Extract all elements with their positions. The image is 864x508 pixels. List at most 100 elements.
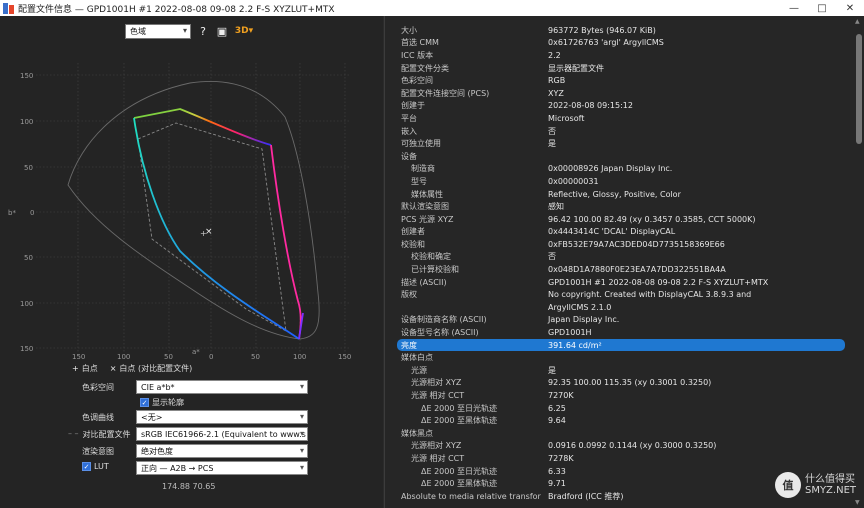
info-key: 配置文件分类 xyxy=(401,63,449,73)
info-row[interactable]: 大小 963772 Bytes (946.07 KiB) xyxy=(385,24,855,37)
info-value: GPD1001H xyxy=(548,328,592,338)
info-value: 否 xyxy=(548,126,556,136)
info-row[interactable]: 可独立使用 是 xyxy=(385,137,855,150)
info-value: XYZ xyxy=(548,88,564,98)
info-key: 可独立使用 xyxy=(401,139,441,149)
x-tick: 150 xyxy=(338,353,351,361)
legend-whitepoint: + 白点 xyxy=(72,364,98,373)
info-row[interactable]: 媒体属性 Reflective, Glossy, Positive, Color xyxy=(385,188,855,201)
title-bar: 配置文件信息 — GPD1001H #1 2022-08-08 09-08 2.… xyxy=(0,0,864,16)
profile-info-table: 大小 963772 Bytes (946.07 KiB) 首选 CMM 0x61726… xyxy=(385,24,855,503)
x-tick: 100 xyxy=(117,353,130,361)
info-row[interactable]: 首选 CMM 0x61726763 'argl' ArgyllCMS xyxy=(385,37,855,50)
info-row[interactable]: 光源 是 xyxy=(385,364,855,377)
compare-profile-select[interactable]: sRGB IEC61966-2.1 (Equivalent to www.s ▾ xyxy=(136,427,308,441)
info-row[interactable]: 创建者 0x4443414C 'DCAL' DisplayCAL xyxy=(385,226,855,239)
plot-type-select[interactable]: 色域 ▾ xyxy=(125,23,191,39)
y-axis-label: b* xyxy=(8,209,16,217)
colorspace-label: 色彩空间 xyxy=(82,383,114,392)
info-row[interactable]: 光源 相对 CCT 7278K xyxy=(385,452,855,465)
info-key: 媒体黑点 xyxy=(401,428,433,438)
info-value: No copyright. Created with DisplayCAL 3.… xyxy=(548,290,752,300)
info-row[interactable]: 创建于 2022-08-08 09:15:12 xyxy=(385,100,855,113)
lut-select[interactable]: 正向 — A2B → PCS ▾ xyxy=(136,461,308,475)
gamut-plot[interactable]: × + 150 100 50 0 50 100 150 b* 150 100 5… xyxy=(0,43,383,363)
info-row[interactable]: 设备制造商名称 (ASCII) Japan Display Inc. xyxy=(385,314,855,327)
info-row[interactable]: 嵌入 否 xyxy=(385,125,855,138)
info-key: 创建者 xyxy=(401,227,425,237)
watermark-line2: SMYZ.NET xyxy=(804,485,856,496)
tone-curve-select[interactable]: <无> ▾ xyxy=(136,410,308,424)
close-button[interactable]: ✕ xyxy=(836,0,864,16)
info-value: 是 xyxy=(548,365,556,375)
info-row[interactable]: 型号 0x00000031 xyxy=(385,175,855,188)
plus-icon: + xyxy=(72,364,79,373)
info-row[interactable]: 平台 Microsoft xyxy=(385,112,855,125)
info-value: Japan Display Inc. xyxy=(548,315,620,325)
dash-icon: – – xyxy=(68,429,79,438)
info-row[interactable]: 已计算校验和 0x048D1A7880F0E23EA7A7DD322551BA4A xyxy=(385,263,855,276)
info-row[interactable]: 配置文件连接空间 (PCS) XYZ xyxy=(385,87,855,100)
info-value: RGB xyxy=(548,76,566,86)
profile-info-panel: 大小 963772 Bytes (946.07 KiB) 首选 CMM 0x61726… xyxy=(384,16,864,508)
info-row[interactable]: 校验和 0xFB532E79A7AC3DED04D7735158369E66 xyxy=(385,238,855,251)
info-row[interactable]: 亮度 391.64 cd/m² xyxy=(397,338,845,352)
window-title: 配置文件信息 — GPD1001H #1 2022-08-08 09-08 2.… xyxy=(18,4,335,15)
info-row[interactable]: 设备 xyxy=(385,150,855,163)
info-key: 大小 xyxy=(401,25,417,35)
info-row[interactable]: 配置文件分类 显示器配置文件 xyxy=(385,62,855,75)
info-value: 9.64 xyxy=(548,416,566,426)
watermark: 值 什么值得买 SMYZ.NET xyxy=(774,472,856,498)
intent-select[interactable]: 绝对色度 ▾ xyxy=(136,444,308,458)
cursor-coordinates: 174.88 70.65 xyxy=(162,482,216,491)
watermark-line1: 什么值得买 xyxy=(804,474,855,485)
info-row[interactable]: PCS 光源 XYZ 96.42 100.00 82.49 (xy 0.3457 … xyxy=(385,213,855,226)
show-outline-toggle[interactable]: ✓ 显示轮廓 xyxy=(140,397,184,408)
y-tick: 100 xyxy=(20,118,33,126)
info-row[interactable]: 设备型号名称 (ASCII) GPD1001H xyxy=(385,326,855,339)
scroll-down-icon[interactable]: ▼ xyxy=(855,499,860,506)
scrollbar-thumb[interactable] xyxy=(856,34,862,144)
info-row[interactable]: 描述 (ASCII) GPD1001H #1 2022-08-08 09-08 2… xyxy=(385,276,855,289)
view-3d-icon[interactable]: 3D▾ xyxy=(234,24,254,38)
info-row[interactable]: 光源相对 XYZ 0.0916 0.0992 0.1144 (xy 0.3000 … xyxy=(385,440,855,453)
y-tick: 50 xyxy=(24,164,33,172)
scroll-up-icon[interactable]: ▲ xyxy=(855,18,860,25)
plot-legend: + 白点 × 白点 (对比配置文件) xyxy=(72,363,192,374)
lut-toggle[interactable]: ✓ LUT xyxy=(82,462,109,471)
info-row[interactable]: 光源相对 XYZ 92.35 100.00 115.35 (xy 0.3001 0… xyxy=(385,377,855,390)
info-key: 光源相对 XYZ xyxy=(411,441,462,451)
info-key: 设备型号名称 (ASCII) xyxy=(401,328,479,338)
info-row[interactable]: 校验和确定 否 xyxy=(385,251,855,264)
minimize-button[interactable]: — xyxy=(780,0,808,16)
watermark-badge: 值 xyxy=(774,472,801,498)
info-value: 391.64 cd/m² xyxy=(548,340,602,350)
image-icon[interactable]: ▣ xyxy=(215,24,229,38)
info-value: Reflective, Glossy, Positive, Color xyxy=(548,189,681,199)
x-tick: 50 xyxy=(251,353,260,361)
info-row[interactable]: 媒体黑点 xyxy=(385,427,855,440)
colorspace-select[interactable]: CIE a*b* ▾ xyxy=(136,380,308,394)
help-icon[interactable]: ? xyxy=(196,24,210,38)
chevron-down-icon: ▾ xyxy=(299,429,304,438)
info-value: 7270K xyxy=(548,391,574,401)
info-row[interactable]: ArgyllCMS 2.1.0 xyxy=(385,301,855,314)
compare-profile-label: – – 对比配置文件 xyxy=(68,429,131,439)
info-row[interactable]: 色彩空间 RGB xyxy=(385,74,855,87)
info-value: 0x00000031 xyxy=(548,176,599,186)
info-row[interactable]: ICC 版本 2.2 xyxy=(385,49,855,62)
info-row[interactable]: ΔE 2000 至日光轨迹 6.25 xyxy=(385,402,855,415)
lut-checkbox[interactable]: ✓ xyxy=(82,462,91,471)
info-key: 默认渲染意图 xyxy=(401,202,449,212)
plot-type-value: 色域 xyxy=(130,26,146,36)
maximize-button[interactable]: □ xyxy=(808,0,836,16)
info-row[interactable]: 制造商 0x00008926 Japan Display Inc. xyxy=(385,163,855,176)
show-outline-checkbox[interactable]: ✓ xyxy=(140,398,149,407)
info-row[interactable]: 版权 No copyright. Created with DisplayCAL … xyxy=(385,288,855,301)
info-row[interactable]: 光源 相对 CCT 7270K xyxy=(385,389,855,402)
info-row[interactable]: ΔE 2000 至黑体轨迹 9.64 xyxy=(385,414,855,427)
info-row[interactable]: 媒体白点 xyxy=(385,351,855,364)
y-tick: 150 xyxy=(20,72,33,80)
scrollbar[interactable]: ▲ ▼ xyxy=(855,18,862,506)
info-row[interactable]: 默认渲染意图 感知 xyxy=(385,200,855,213)
